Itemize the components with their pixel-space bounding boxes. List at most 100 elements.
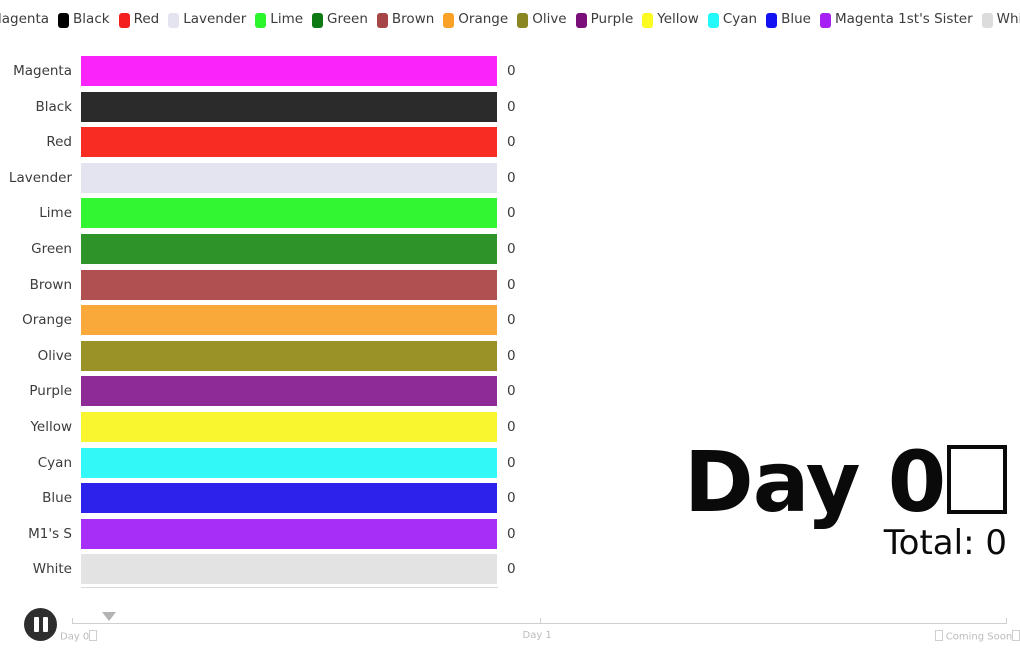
bar-rect[interactable] [81, 56, 497, 86]
legend-item-label: Magenta 1st's Sister [834, 11, 973, 28]
bar-row-label: Blue [42, 490, 72, 507]
bar-rect[interactable] [81, 91, 497, 122]
pause-icon-bar-right [42, 617, 48, 632]
bar-row-label: Yellow [30, 419, 72, 435]
legend-color-swatch [376, 12, 388, 28]
slider-handle[interactable] [102, 612, 117, 621]
legend-item[interactable]: Yellow [642, 12, 699, 28]
legend-item[interactable]: Brown [376, 12, 434, 28]
bar-row-label: M1's S [28, 525, 72, 542]
legend-item[interactable]: White [981, 12, 1020, 28]
day-total: Total: 0 [883, 523, 1007, 563]
bar-value-label: 0 [507, 98, 516, 115]
legend-color-swatch [255, 12, 267, 28]
legend-color-swatch [58, 12, 70, 28]
bar-row: Olive 0 [0, 340, 1020, 371]
bar-value-label: 0 [507, 383, 516, 400]
missing-glyph-icon [946, 445, 1007, 514]
bar-rect[interactable] [81, 269, 497, 300]
bar-row: Brown 0 [0, 269, 1020, 300]
legend-item[interactable]: Purple [575, 11, 634, 28]
day-title-text: Day 0 [683, 433, 946, 531]
legend-item[interactable]: Lavender [168, 11, 247, 28]
bar-row-label: Lime [39, 205, 72, 222]
playback-controls: Day 0 Day 1 Coming Soon [0, 600, 1020, 650]
legend-item-label: Lavender [183, 11, 247, 28]
bar-rect[interactable] [81, 376, 497, 407]
slider-tick [72, 618, 73, 624]
slider-tick-text: Day 1 [522, 630, 552, 641]
legend-item[interactable]: Cyan [707, 11, 758, 28]
legend-item[interactable]: Red [118, 12, 159, 28]
bar-rect[interactable] [81, 305, 497, 336]
day-counter: Day 0 Total: 0 [487, 440, 1007, 562]
legend-item-label: Cyan [722, 11, 758, 28]
bar-rect[interactable] [81, 162, 497, 193]
bar-value-label: 0 [507, 347, 516, 364]
bar-row-label: Olive [37, 347, 72, 364]
legend-color-swatch [168, 12, 180, 28]
bar-rect[interactable] [81, 447, 497, 478]
legend-color-swatch [118, 12, 130, 28]
legend-color-swatch [443, 12, 455, 28]
slider-tick-label: Coming Soon [935, 630, 1020, 642]
missing-glyph-icon [935, 630, 943, 641]
bar-row: Red 0 [0, 127, 1020, 158]
bar-row-label: Orange [22, 312, 72, 329]
bar-rect[interactable] [81, 412, 497, 442]
legend-item[interactable]: Orange [443, 12, 508, 28]
bar-row-label: Brown [29, 276, 72, 293]
bar-rect[interactable] [81, 234, 497, 264]
legend-color-swatch [766, 12, 778, 28]
bar-value-label: 0 [507, 241, 516, 257]
bar-rect[interactable] [81, 554, 497, 585]
bar-row: Lime 0 [0, 198, 1020, 229]
timeline-slider[interactable]: Day 0 Day 1 Coming Soon [60, 612, 1020, 650]
legend-item[interactable]: Olive [517, 11, 567, 28]
legend-color-swatch [517, 12, 529, 28]
bar-rect[interactable] [81, 518, 497, 549]
missing-glyph-icon [89, 630, 97, 641]
bar-row-label: Magenta [13, 63, 72, 79]
bar-rect[interactable] [81, 340, 497, 371]
bar-row-label: White [32, 561, 72, 578]
legend-item-label: Black [73, 11, 110, 28]
legend-item-label: Olive [532, 11, 567, 28]
bar-rect[interactable] [81, 483, 497, 514]
legend-item[interactable]: Green [312, 12, 368, 28]
bar-row: Lavender 0 [0, 162, 1020, 193]
bar-row: Black 0 [0, 91, 1020, 122]
slider-tick-text: Day 0 [60, 631, 90, 643]
bar-row-label: Red [46, 134, 72, 151]
bar-row: Orange 0 [0, 305, 1020, 336]
legend-color-swatch [642, 12, 654, 28]
pause-icon-bar-left [33, 617, 39, 632]
legend-item-label: Lime [270, 11, 304, 28]
bar-value-label: 0 [507, 134, 516, 151]
legend-item[interactable]: Magenta [0, 13, 49, 28]
slider-tick-label: Day 1 [523, 630, 552, 641]
bar-row-label: Cyan [37, 454, 72, 471]
bar-row-label: Black [35, 98, 72, 115]
bar-value-label: 0 [507, 169, 516, 186]
slider-tick-label: Day 0 [60, 630, 97, 642]
chart-axis-line [81, 587, 498, 588]
bar-rect[interactable] [81, 127, 497, 158]
bar-row: Purple 0 [0, 376, 1020, 407]
legend-color-swatch [312, 12, 324, 28]
bar-rect[interactable] [81, 198, 497, 229]
legend-item[interactable]: Blue [766, 11, 811, 28]
legend-item[interactable]: Lime [255, 11, 304, 28]
slider-tick [539, 618, 541, 624]
legend-item-label: Blue [781, 11, 811, 28]
pause-button[interactable] [24, 608, 57, 641]
bar-row-label: Lavender [8, 169, 72, 186]
legend-item[interactable]: Black [58, 11, 110, 28]
chart-legend: Magenta Black Red Lavender Lime Green Brown Ora… [0, 0, 1020, 40]
bar-value-label: 0 [507, 312, 516, 329]
slider-tick-text: Coming Soon [945, 631, 1013, 643]
legend-item-label: Purple [590, 11, 634, 28]
legend-item[interactable]: Magenta 1st's Sister [819, 11, 973, 28]
missing-glyph-icon [1012, 630, 1020, 641]
bar-row-label: Green [31, 241, 72, 257]
